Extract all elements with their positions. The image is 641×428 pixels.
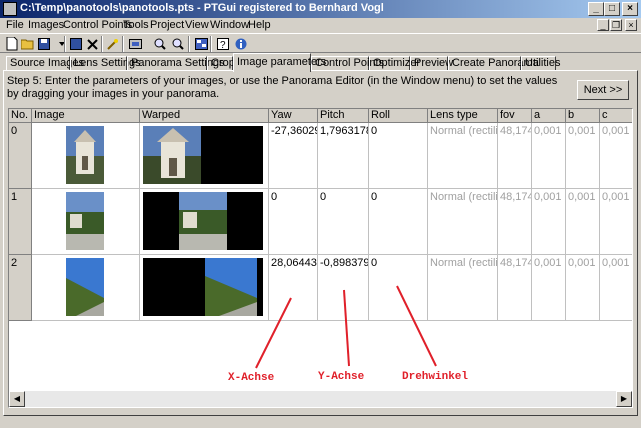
status-bar (0, 417, 641, 428)
x-axis-annotation: X-Achse (228, 372, 275, 384)
roll-angle-annotation: Drehwinkel (402, 371, 469, 383)
y-axis-annotation: Y-Achse (318, 371, 365, 383)
tab-image-parameters[interactable]: Image parameters (233, 53, 326, 72)
app-window: C:\Temp\panotools\panotools.pts - PTGui … (0, 0, 641, 428)
x-axis-arrow (255, 297, 292, 369)
y-axis-arrow (343, 289, 350, 367)
roll-arrow (396, 285, 437, 367)
